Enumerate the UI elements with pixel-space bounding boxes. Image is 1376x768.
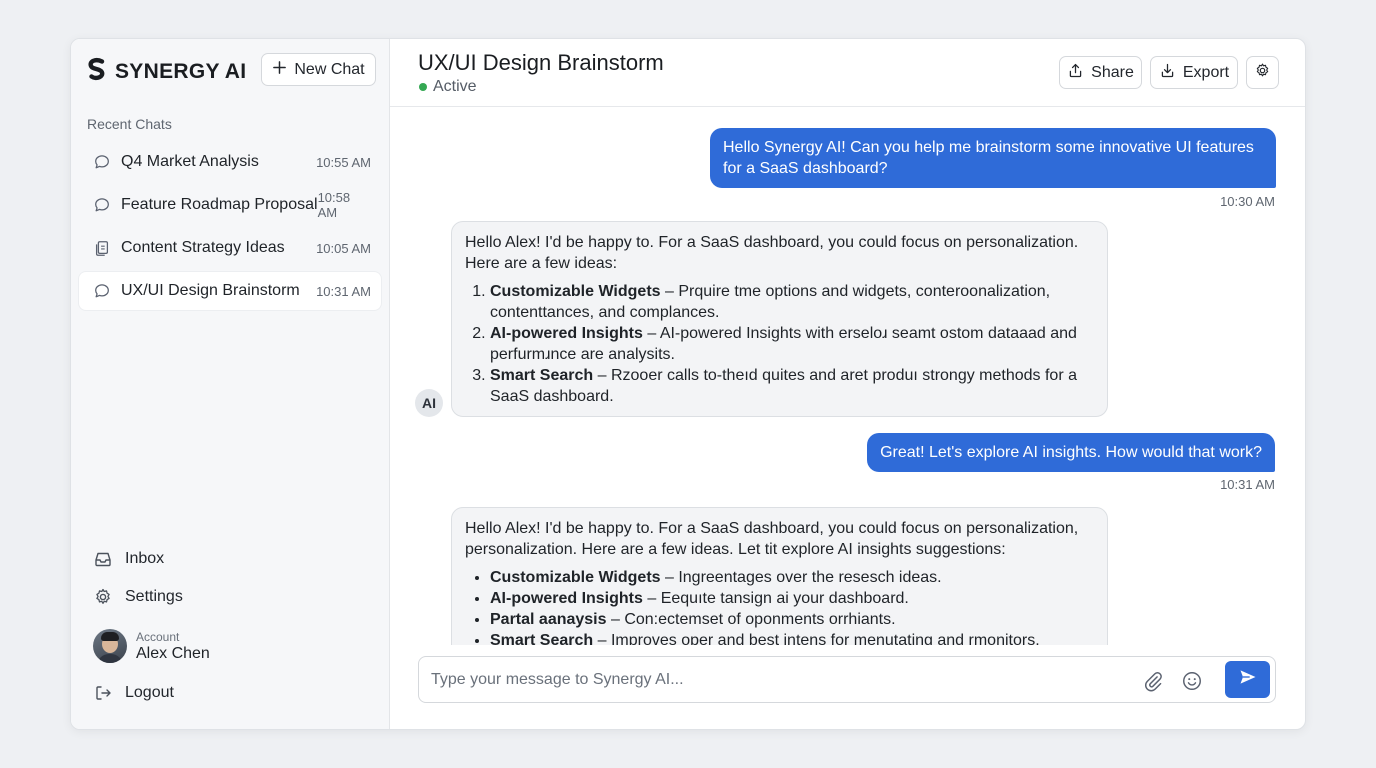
conversation-title: UX/UI Design Brainstorm	[418, 50, 664, 75]
synergy-logo-icon	[85, 57, 109, 86]
new-chat-button[interactable]: New Chat	[261, 53, 376, 86]
item-title: Smart Search	[490, 632, 594, 645]
ai-avatar-badge: AI	[415, 389, 443, 417]
ai-message: Hello Alex! I'd be happy to. For a SaaS …	[451, 221, 1108, 417]
list-item: Customizable Widgets – Prquire tme optio…	[490, 281, 1094, 323]
brand[interactable]: SYNERGY AI	[85, 57, 246, 86]
inbox-icon	[93, 549, 113, 569]
conversation-settings-button[interactable]	[1246, 56, 1279, 89]
list-item: AI-powered Insights – Eequıte tansign ai…	[490, 588, 1094, 609]
sidebar-item-label: Settings	[125, 588, 183, 605]
chat-bubble-icon	[93, 282, 111, 300]
account-label: Account	[136, 629, 180, 644]
plus-icon	[272, 60, 287, 80]
user-message: Great! Let's explore AI insights. How wo…	[867, 433, 1275, 472]
logout-icon	[93, 683, 113, 703]
status-dot	[419, 83, 427, 91]
account-name: Alex Chen	[136, 644, 210, 662]
user-message: Hello Synergy AI! Can you help me brains…	[710, 128, 1276, 188]
brand-name: SYNERGY AI	[115, 59, 247, 83]
message-composer	[418, 656, 1276, 703]
gear-icon	[1254, 62, 1271, 84]
status-text: Active	[433, 78, 477, 95]
sidebar: SYNERGY AI New Chat Recent Chats Q4 Mark…	[71, 39, 390, 729]
message-text: Hello Synergy AI! Can you help me brains…	[723, 139, 1254, 177]
chat-bubble-icon	[93, 153, 111, 171]
chat-item-title: Feature Roadmap Proposal	[121, 196, 318, 213]
list-item: AI-powered Insights – AI-powered Insight…	[490, 323, 1094, 365]
chat-item-q4-market-analysis[interactable]: Q4 Market Analysis 10:55 AM	[79, 143, 381, 181]
sidebar-item-inbox[interactable]: Inbox	[93, 543, 353, 575]
message-input[interactable]	[431, 666, 1131, 694]
list-item: Partal aanaysis – Con:ectemset of oponme…	[490, 609, 1094, 630]
account-block[interactable]: Account Alex Chen	[93, 629, 210, 663]
new-chat-label: New Chat	[294, 60, 365, 78]
avatar	[93, 629, 127, 663]
paperclip-icon[interactable]	[1141, 669, 1165, 693]
chat-bubble-icon	[93, 196, 111, 214]
item-title: Customizable Widgets	[490, 283, 661, 300]
chat-item-time: 10:58 AM	[317, 190, 351, 220]
list-item: Smart Search – Rzooer calls to-theıd qui…	[490, 365, 1094, 407]
idea-list: Customizable Widgets – Ingreentages over…	[465, 567, 1094, 645]
sidebar-item-label: Inbox	[125, 550, 165, 567]
item-title: AI-powered Insights	[490, 590, 643, 607]
list-item: Customizable Widgets – Ingreentages over…	[490, 567, 1094, 588]
message-timestamp: 10:31 AM	[1220, 477, 1275, 492]
item-text: – Improves oper and best intens for menu…	[593, 632, 1040, 645]
download-icon	[1159, 62, 1176, 84]
message-list: Hello Synergy AI! Can you help me brains…	[390, 108, 1305, 645]
item-title: Smart Search	[490, 367, 594, 384]
export-button[interactable]: Export	[1150, 56, 1238, 89]
message-text: Great! Let's explore AI insights. How wo…	[880, 444, 1262, 461]
share-button[interactable]: Share	[1059, 56, 1142, 89]
emoji-icon[interactable]	[1180, 669, 1204, 693]
item-text: – Con:ectemset of oponments orrhiants.	[606, 611, 896, 628]
ai-message: Hello Alex! I'd be happy to. For a SaaS …	[451, 507, 1108, 645]
recent-chats-heading: Recent Chats	[87, 116, 172, 132]
chat-item-feature-roadmap-proposal[interactable]: Feature Roadmap Proposal 10:58 AM	[79, 186, 381, 224]
message-timestamp: 10:30 AM	[1220, 194, 1275, 209]
sidebar-item-settings[interactable]: Settings	[93, 581, 353, 613]
send-icon	[1238, 667, 1258, 692]
logout-label: Logout	[125, 684, 174, 701]
chat-item-title: UX/UI Design Brainstorm	[121, 282, 300, 299]
chat-item-content-strategy-ideas[interactable]: Content Strategy Ideas 10:05 AM	[79, 229, 381, 267]
list-item: Smart Search – Improves oper and best in…	[490, 630, 1094, 645]
message-text: Hello Alex! I'd be happy to. For a SaaS …	[465, 520, 1079, 558]
share-icon	[1067, 62, 1084, 84]
status-indicator: Active	[419, 78, 477, 96]
message-text: Hello Alex! I'd be happy to. For a SaaS …	[465, 234, 1079, 272]
share-label: Share	[1091, 63, 1134, 81]
idea-list: Customizable Widgets – Prquire tme optio…	[465, 281, 1094, 407]
item-title: AI-powered Insights	[490, 325, 643, 342]
chat-item-title: Content Strategy Ideas	[121, 239, 285, 256]
item-text: – Eequıte tansign ai your dashboard.	[642, 590, 909, 607]
conversation-panel: UX/UI Design Brainstorm Active Share Exp…	[390, 39, 1305, 729]
conversation-header: UX/UI Design Brainstorm Active Share Exp…	[390, 39, 1305, 107]
logout-button[interactable]: Logout	[93, 677, 353, 709]
chat-item-title: Q4 Market Analysis	[121, 153, 259, 170]
document-icon	[93, 239, 111, 257]
item-title: Customizable Widgets	[490, 569, 661, 586]
chat-item-ux-ui-design-brainstorm[interactable]: UX/UI Design Brainstorm 10:31 AM	[79, 272, 381, 310]
chat-item-time: 10:55 AM	[316, 154, 371, 170]
app-window: SYNERGY AI New Chat Recent Chats Q4 Mark…	[70, 38, 1306, 730]
chat-item-time: 10:05 AM	[316, 240, 371, 256]
chat-item-time: 10:31 AM	[316, 283, 371, 299]
gear-icon	[93, 587, 113, 607]
send-button[interactable]	[1225, 661, 1270, 698]
chat-list: Q4 Market Analysis 10:55 AM Feature Road…	[79, 143, 381, 315]
export-label: Export	[1182, 63, 1230, 81]
item-text: – Ingreentages over the resesch ideas.	[660, 569, 942, 586]
item-title: Partal aanaysis	[490, 611, 607, 628]
